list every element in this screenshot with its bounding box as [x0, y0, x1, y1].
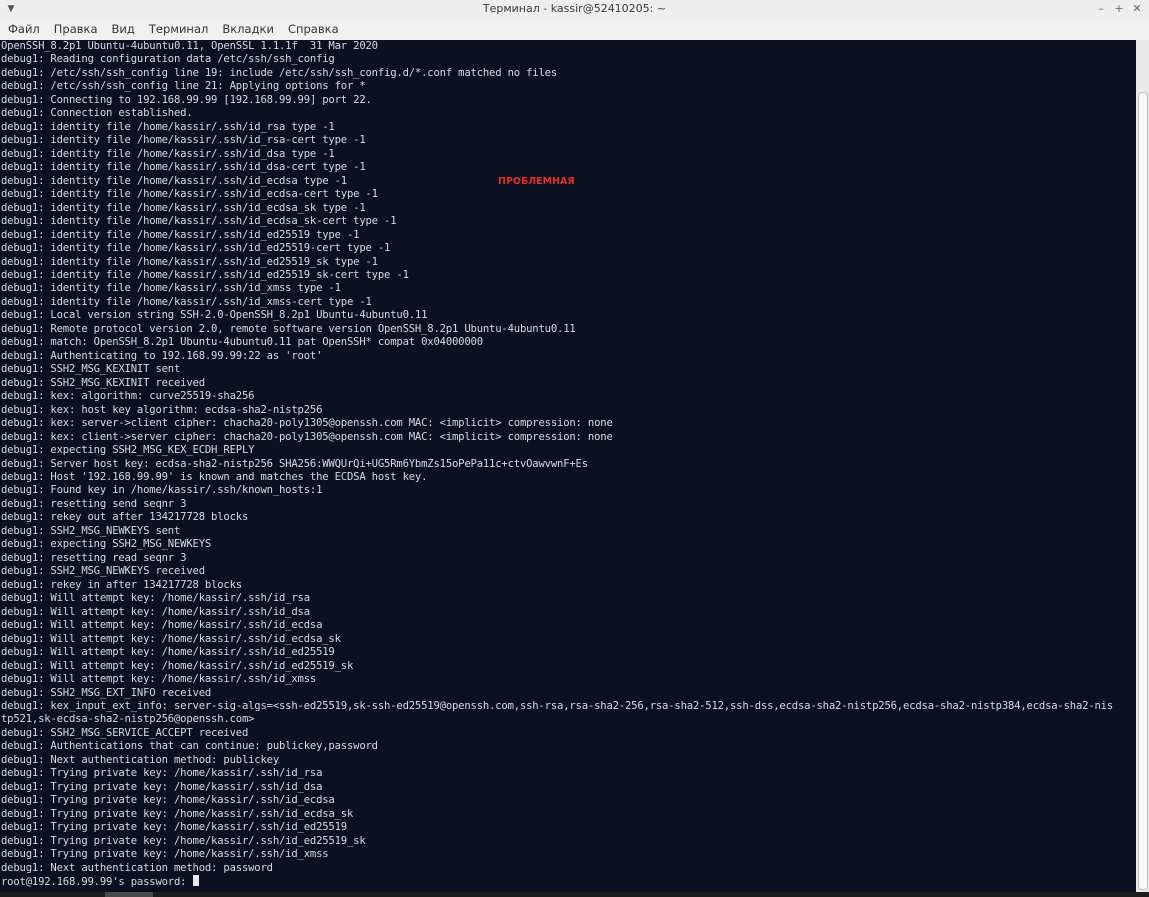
annotation-label: ПРОБЛЕМНАЯ	[498, 176, 575, 187]
terminal-line: debug1: kex_input_ext_info: server-sig-a…	[1, 699, 1114, 712]
terminal-line: debug1: identity file /home/kassir/.ssh/…	[1, 255, 378, 268]
terminal-line: debug1: Local version string SSH-2.0-Ope…	[1, 309, 428, 322]
password-prompt: root@192.168.99.99's password:	[1, 876, 193, 889]
terminal-line: debug1: Will attempt key: /home/kassir/.…	[1, 646, 335, 659]
terminal-line: tp521,sk-ecdsa-sha2-nistp256@openssh.com…	[1, 713, 255, 726]
terminal-line: debug1: identity file /home/kassir/.ssh/…	[1, 188, 378, 201]
terminal-line: debug1: expecting SSH2_MSG_KEX_ECDH_REPL…	[1, 444, 255, 457]
maximize-button[interactable]: +	[1111, 1, 1127, 17]
terminal-line: debug1: kex: algorithm: curve25519-sha25…	[1, 390, 255, 403]
terminal-line: debug1: identity file /home/kassir/.ssh/…	[1, 134, 366, 147]
terminal-line: debug1: rekey in after 134217728 blocks	[1, 578, 242, 591]
terminal-line: debug1: Trying private key: /home/kassir…	[1, 848, 329, 861]
terminal-line: debug1: /etc/ssh/ssh_config line 21: App…	[1, 80, 366, 93]
menu-help[interactable]: Справка	[281, 18, 346, 40]
vertical-scrollbar[interactable]	[1136, 40, 1149, 892]
menu-terminal[interactable]: Терминал	[142, 18, 215, 40]
window-controls: – + ✕	[1091, 0, 1145, 18]
terminal-line: debug1: kex: server->client cipher: chac…	[1, 417, 613, 430]
terminal-line: debug1: Will attempt key: /home/kassir/.…	[1, 659, 354, 672]
terminal-line: debug1: identity file /home/kassir/.ssh/…	[1, 295, 372, 308]
terminal-line: debug1: Will attempt key: /home/kassir/.…	[1, 673, 317, 686]
terminal-line: debug1: rekey out after 134217728 blocks	[1, 511, 249, 524]
terminal-line: debug1: Will attempt key: /home/kassir/.…	[1, 592, 310, 605]
terminal-line: debug1: Connection established.	[1, 107, 193, 120]
menu-edit[interactable]: Правка	[47, 18, 105, 40]
menu-file[interactable]: Файл	[0, 18, 47, 40]
terminal-line: debug1: resetting send seqnr 3	[1, 497, 187, 510]
close-button[interactable]: ✕	[1129, 1, 1145, 17]
terminal-line: debug1: identity file /home/kassir/.ssh/…	[1, 228, 360, 241]
terminal-line: debug1: resetting read seqnr 3	[1, 551, 187, 564]
text-cursor	[192, 875, 199, 887]
minimize-button[interactable]: –	[1093, 1, 1109, 17]
terminal-line: debug1: SSH2_MSG_EXT_INFO received	[1, 686, 212, 699]
terminal-line: debug1: identity file /home/kassir/.ssh/…	[1, 161, 366, 174]
terminal-line: OpenSSH_8.2p1 Ubuntu-4ubuntu0.11, OpenSS…	[1, 40, 378, 52]
terminal-line: debug1: Trying private key: /home/kassir…	[1, 794, 335, 807]
terminal-line: debug1: identity file /home/kassir/.ssh/…	[1, 282, 341, 295]
terminal-line: debug1: SSH2_MSG_SERVICE_ACCEPT received	[1, 726, 249, 739]
terminal-window: ▼ Терминал - kassir@52410205: ~ – + ✕ Фа…	[0, 0, 1149, 897]
window-title: Терминал - kassir@52410205: ~	[482, 2, 667, 15]
terminal-line: debug1: identity file /home/kassir/.ssh/…	[1, 120, 335, 133]
terminal-line: debug1: identity file /home/kassir/.ssh/…	[1, 215, 397, 228]
menu-tabs[interactable]: Вкладки	[215, 18, 281, 40]
prompt-line[interactable]: root@192.168.99.99's password:	[1, 875, 1135, 888]
terminal-line: debug1: /etc/ssh/ssh_config line 19: inc…	[1, 66, 558, 79]
menu-view[interactable]: Вид	[105, 18, 142, 40]
terminal-output[interactable]: OpenSSH_8.2p1 Ubuntu-4ubuntu0.11, OpenSS…	[0, 40, 1136, 892]
terminal-line: debug1: Will attempt key: /home/kassir/.…	[1, 619, 323, 632]
bottom-strip	[0, 892, 1149, 897]
terminal-line: debug1: Trying private key: /home/kassir…	[1, 780, 323, 793]
terminal-line: debug1: Server host key: ecdsa-sha2-nist…	[1, 457, 588, 470]
terminal-line: debug1: Trying private key: /home/kassir…	[1, 834, 366, 847]
terminal-line: debug1: Next authentication method: pass…	[1, 861, 273, 874]
terminal-line: debug1: expecting SSH2_MSG_NEWKEYS	[1, 538, 212, 551]
terminal-line: debug1: Authenticating to 192.168.99.99:…	[1, 349, 323, 362]
terminal-line: debug1: SSH2_MSG_NEWKEYS sent	[1, 524, 181, 537]
terminal-line: debug1: Next authentication method: publ…	[1, 753, 280, 766]
terminal-line: debug1: SSH2_MSG_KEXINIT sent	[1, 363, 181, 376]
terminal-line: debug1: identity file /home/kassir/.ssh/…	[1, 268, 409, 281]
terminal-line: debug1: Trying private key: /home/kassir…	[1, 807, 354, 820]
terminal-line: debug1: SSH2_MSG_NEWKEYS received	[1, 565, 205, 578]
terminal-line: debug1: Found key in /home/kassir/.ssh/k…	[1, 484, 323, 497]
terminal-line: debug1: Will attempt key: /home/kassir/.…	[1, 632, 341, 645]
bottom-strip-mark	[105, 892, 153, 897]
terminal-line: debug1: Will attempt key: /home/kassir/.…	[1, 605, 310, 618]
terminal-line: debug1: kex: host key algorithm: ecdsa-s…	[1, 403, 323, 416]
terminal-line: debug1: match: OpenSSH_8.2p1 Ubuntu-4ubu…	[1, 336, 483, 349]
terminal-line: debug1: identity file /home/kassir/.ssh/…	[1, 242, 391, 255]
terminal-line: debug1: Authentications that can continu…	[1, 740, 378, 753]
scrollbar-thumb[interactable]	[1138, 92, 1148, 890]
terminal-line: debug1: Reading configuration data /etc/…	[1, 53, 335, 66]
terminal-line: debug1: Host '192.168.99.99' is known an…	[1, 471, 428, 483]
terminal-line: debug1: Remote protocol version 2.0, rem…	[1, 322, 576, 335]
terminal-line: debug1: kex: client->server cipher: chac…	[1, 430, 613, 443]
terminal-line: debug1: Trying private key: /home/kassir…	[1, 767, 323, 780]
terminal-line: debug1: Trying private key: /home/kassir…	[1, 821, 347, 834]
terminal-line: debug1: Connecting to 192.168.99.99 [192…	[1, 93, 372, 106]
terminal-line: debug1: identity file /home/kassir/.ssh/…	[1, 201, 366, 214]
terminal-lines: OpenSSH_8.2p1 Ubuntu-4ubuntu0.11, OpenSS…	[1, 40, 1135, 889]
title-bar[interactable]: ▼ Терминал - kassir@52410205: ~ – + ✕	[0, 0, 1149, 19]
menu-bar: Файл Правка Вид Терминал Вкладки Справка	[0, 18, 1149, 41]
terminal-line: debug1: identity file /home/kassir/.ssh/…	[1, 147, 335, 160]
terminal-line: debug1: SSH2_MSG_KEXINIT received	[1, 376, 205, 389]
